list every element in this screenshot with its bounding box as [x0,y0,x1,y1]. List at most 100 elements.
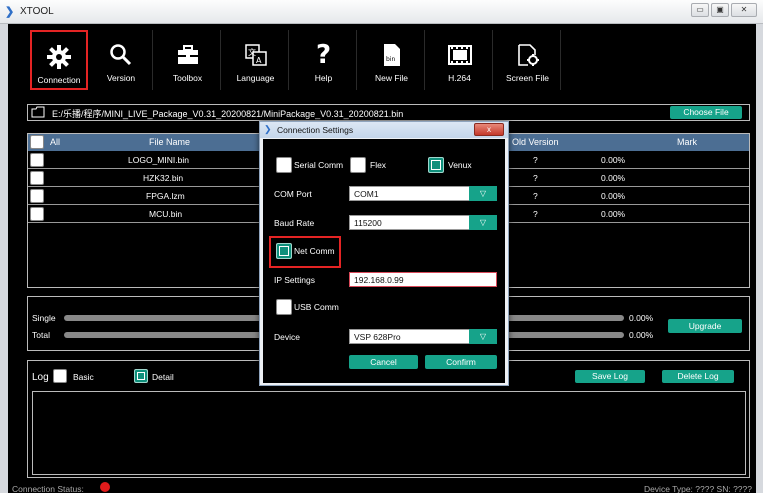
gear-icon [32,42,86,72]
venux-checkbox[interactable] [428,157,444,173]
toolbar-toolbox-button[interactable]: Toolbox [155,30,221,90]
row-checkbox[interactable] [30,189,44,203]
progress-cell: 0.00% [601,173,626,183]
file-name-cell: FPGA.lzm [146,191,185,201]
bin-file-icon: bin [359,40,424,70]
device-value: VSP 628Pro [354,332,401,342]
cancel-button[interactable]: Cancel [349,355,418,369]
baud-rate-label: Baud Rate [274,218,315,228]
single-label: Single [32,313,56,323]
window-title: XTOOL [20,6,54,17]
toolbar-new-file-button[interactable]: bin New File [359,30,425,90]
com-port-select[interactable]: COM1 ▽ [349,186,497,201]
minimize-button[interactable]: ▭ [691,3,709,17]
dialog-app-icon: ❯ [264,124,272,134]
row-checkbox[interactable] [30,171,44,185]
serial-comm-label: Serial Comm [294,160,344,170]
device-label: Device [274,332,300,342]
column-all: All [50,137,61,147]
connection-status-indicator [100,482,110,492]
ip-address-value: 192.168.0.99 [354,275,404,285]
log-title: Log [32,372,49,383]
toolbar-label: Connection [37,75,81,85]
confirm-button[interactable]: Confirm [425,355,497,369]
com-port-value: COM1 [354,189,379,199]
row-checkbox[interactable] [30,153,44,167]
toolbar-help-button[interactable]: ? Help [291,30,357,90]
toolbox-icon [155,40,220,70]
connection-status-label: Connection Status: [12,484,84,493]
flex-checkbox[interactable] [350,157,366,173]
column-mark: Mark [677,137,697,147]
toolbar-label: Help [314,73,333,83]
delete-log-button[interactable]: Delete Log [662,370,734,383]
choose-file-button[interactable]: Choose File [670,106,742,119]
chevron-down-icon: ▽ [469,186,497,201]
help-icon: ? [315,40,332,70]
device-info: Device Type: ???? SN: ???? [643,484,752,493]
toolbar-h264-button[interactable]: H.264 [427,30,493,90]
old-version-cell: ? [533,155,538,165]
total-label: Total [32,330,50,340]
detail-label: Detail [152,372,174,382]
row-checkbox[interactable] [30,207,44,221]
toolbar-label: Toolbox [172,73,203,83]
device-select[interactable]: VSP 628Pro ▽ [349,329,497,344]
status-bar: Connection Status: Device Type: ???? SN:… [8,480,756,493]
close-button[interactable]: ✕ [731,3,757,17]
progress-cell: 0.00% [601,209,626,219]
chevron-down-icon: ▽ [469,215,497,230]
ip-settings-label: IP Settings [274,275,315,285]
file-name-cell: HZK32.bin [143,173,184,183]
bin-label: bin [386,56,395,63]
old-version-cell: ? [533,173,538,183]
save-log-button[interactable]: Save Log [575,370,645,383]
ip-address-input[interactable]: 192.168.0.99 [349,272,497,287]
toolbar-label: Version [106,73,136,83]
dialog-title: Connection Settings [277,125,354,135]
log-text-area[interactable] [32,391,746,475]
toolbar-screen-file-button[interactable]: Screen File [495,30,561,90]
select-all-checkbox[interactable] [30,135,44,149]
usb-comm-checkbox[interactable] [276,299,292,315]
basic-checkbox[interactable] [53,369,67,383]
old-version-cell: ? [533,191,538,201]
baud-rate-value: 115200 [354,218,382,228]
single-progress-value: 0.00% [629,313,654,323]
toolbar-label: Screen File [506,73,549,83]
film-icon [427,40,492,70]
progress-cell: 0.00% [601,191,626,201]
usb-comm-label: USB Comm [294,302,339,312]
baud-rate-select[interactable]: 115200 ▽ [349,215,497,230]
dialog-title-bar[interactable]: ❯ Connection Settings x [260,122,508,138]
folder-icon [31,106,45,118]
language-icon: 文A [223,40,288,70]
window-controls: ▭ ▣ ✕ [689,3,757,17]
file-path-text: E:/乐播/程序/MINI_LIVE_Package_V0.31_2020082… [52,109,404,119]
old-version-cell: ? [533,209,538,219]
file-name-cell: LOGO_MINI.bin [128,155,189,165]
serial-comm-checkbox[interactable] [276,157,292,173]
toolbar-version-button[interactable]: Version [90,30,153,90]
toolbar: Connection Version Toolbox 文A Language ?… [20,30,759,92]
maximize-button[interactable]: ▣ [711,3,729,17]
connection-settings-dialog: ❯ Connection Settings x Serial Comm Flex… [259,121,509,386]
svg-text:文: 文 [248,47,256,57]
column-file-name: File Name [149,137,191,147]
toolbar-language-button[interactable]: 文A Language [223,30,289,90]
toolbar-connection-button[interactable]: Connection [30,30,88,90]
title-bar: ❯ XTOOL ▭ ▣ ✕ [0,0,763,24]
file-name-cell: MCU.bin [149,209,183,219]
detail-checkbox[interactable] [134,369,148,383]
total-progress-value: 0.00% [629,330,654,340]
app-logo-icon: ❯ [5,6,15,18]
search-icon [90,40,152,70]
com-port-label: COM Port [274,189,312,199]
net-comm-checkbox[interactable] [276,243,292,259]
dialog-close-button[interactable]: x [474,123,504,136]
upgrade-button[interactable]: Upgrade [668,319,742,333]
svg-text:A: A [256,56,262,65]
toolbar-label: New File [374,73,409,83]
screen-file-icon [495,40,560,70]
flex-label: Flex [370,160,387,170]
